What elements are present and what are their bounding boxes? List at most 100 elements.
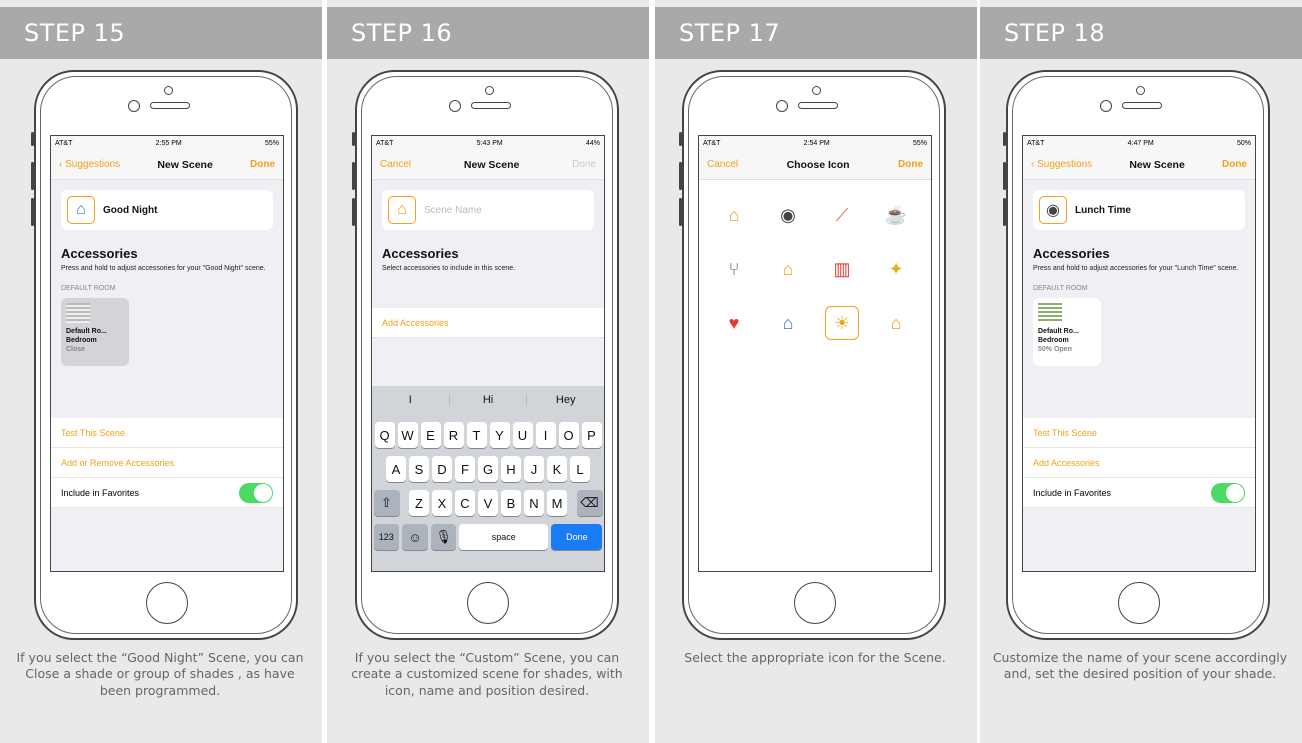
house-person-icon[interactable]: ⌂ [707, 198, 761, 232]
scene-name-input[interactable]: Scene Name [424, 205, 482, 216]
key-c[interactable]: C [455, 490, 475, 516]
action-list: Add Accessories [372, 308, 604, 338]
suggestion[interactable]: I [372, 394, 450, 406]
key-t[interactable]: T [466, 422, 487, 448]
done-button[interactable]: Done [1222, 159, 1247, 170]
add-accessories-row[interactable]: Add Accessories [372, 308, 604, 338]
key-l[interactable]: L [570, 456, 590, 482]
key-y[interactable]: Y [489, 422, 510, 448]
mug-icon[interactable]: ☕ [869, 198, 923, 232]
moon-house-icon[interactable]: ⌂ [761, 306, 815, 340]
keyboard: I Hi Hey QWERTYUIOP ASDFGHJKL ⇧ ZXCVBNM … [372, 386, 604, 571]
key-z[interactable]: Z [409, 490, 429, 516]
key-w[interactable]: W [397, 422, 418, 448]
accessory-tile[interactable]: Default Ro... Bedroom Close [61, 298, 129, 367]
back-button[interactable]: ‹ Suggestions [1031, 159, 1092, 170]
add-remove-accessories-row[interactable]: Add or Remove Accessories [51, 448, 283, 478]
key-g[interactable]: G [478, 456, 498, 482]
emoji-key[interactable]: ☺ [402, 524, 428, 550]
scene-name-field[interactable]: ⌂ Scene Name [382, 190, 594, 230]
delete-key[interactable]: ⌫ [576, 490, 603, 516]
shade-icon [66, 303, 90, 324]
shift-key[interactable]: ⇧ [373, 490, 400, 516]
key-row: ⇧ ZXCVBNM ⌫ [372, 490, 604, 516]
space-key[interactable]: space [459, 524, 549, 550]
suggestion-bar: I Hi Hey [372, 386, 604, 414]
camera-icon [164, 86, 173, 95]
key-u[interactable]: U [512, 422, 533, 448]
cancel-button[interactable]: Cancel [380, 159, 411, 170]
key-r[interactable]: R [443, 422, 464, 448]
heart-icon[interactable]: ♥ [707, 306, 761, 340]
nav-title: New Scene [1129, 158, 1185, 171]
key-v[interactable]: V [478, 490, 498, 516]
key-f[interactable]: F [455, 456, 475, 482]
phone-frame: AT&T 2:55 PM 55% ‹ Suggestions New Scene… [31, 70, 298, 640]
key-h[interactable]: H [501, 456, 521, 482]
done-button[interactable]: Done [572, 159, 596, 170]
key-b[interactable]: B [501, 490, 521, 516]
house-icon[interactable]: ⌂ [388, 196, 416, 224]
suggestion[interactable]: Hey [527, 394, 604, 406]
accessories-subtitle: Press and hold to adjust accessories for… [1033, 265, 1239, 272]
key-i[interactable]: I [535, 422, 556, 448]
phone-frame: AT&T 5:43 PM 44% Cancel New Scene Done ⌂… [352, 70, 619, 640]
moon-house-icon[interactable]: ⌂ [67, 196, 95, 224]
popcorn-icon[interactable]: ▥ [815, 252, 869, 286]
sun-house-icon[interactable]: ☀ [825, 306, 859, 340]
favorites-toggle[interactable] [239, 482, 273, 503]
speaker-icon [1122, 102, 1162, 109]
fork-knife-icon[interactable]: ⑂ [707, 252, 761, 286]
home-button[interactable] [1118, 582, 1160, 624]
accessories-subtitle: Select accessories to include in this sc… [382, 265, 516, 272]
key-d[interactable]: D [432, 456, 452, 482]
home-button[interactable] [146, 582, 188, 624]
scene-name-field[interactable]: ◉ Lunch Time [1033, 190, 1245, 230]
magnifier-icon[interactable]: ◉ [1039, 196, 1067, 224]
phone-screen: AT&T 4:47 PM 50% ‹ Suggestions New Scene… [1022, 135, 1256, 572]
add-accessories-row[interactable]: Add Accessories [1023, 448, 1255, 478]
sensor-icon [776, 100, 788, 112]
key-m[interactable]: M [547, 490, 567, 516]
key-n[interactable]: N [524, 490, 544, 516]
accessories-heading: Accessories [382, 246, 459, 261]
key-j[interactable]: J [524, 456, 544, 482]
caption: If you select the “Good Night” Scene, yo… [16, 650, 304, 698]
speaker-icon [471, 102, 511, 109]
scene-name-field[interactable]: ⌂ Good Night [61, 190, 273, 230]
house-icon[interactable]: ⌂ [869, 306, 923, 340]
key-o[interactable]: O [558, 422, 579, 448]
key-q[interactable]: Q [374, 422, 395, 448]
done-key[interactable]: Done [551, 524, 603, 550]
home-button[interactable] [467, 582, 509, 624]
key-s[interactable]: S [409, 456, 429, 482]
camera-icon [485, 86, 494, 95]
accessories-subtitle: Press and hold to adjust accessories for… [61, 265, 266, 272]
accessory-tile[interactable]: Default Ro... Bedroom 50% Open [1033, 298, 1101, 367]
back-button[interactable]: ‹ Suggestions [59, 159, 120, 170]
suggestion[interactable]: Hi [450, 394, 528, 406]
nav-bar: Cancel Choose Icon Done [699, 150, 931, 180]
key-a[interactable]: A [386, 456, 406, 482]
favorites-toggle[interactable] [1211, 482, 1245, 503]
action-list: Test This Scene Add or Remove Accessorie… [51, 418, 283, 508]
mic-key[interactable]: 🎙 [430, 524, 457, 550]
test-scene-row[interactable]: Test This Scene [1023, 418, 1255, 448]
house-person-icon[interactable]: ⌂ [761, 252, 815, 286]
party-icon[interactable]: ✦ [869, 252, 923, 286]
favorites-row: Include in Favorites [51, 478, 283, 508]
chair-icon[interactable]: ⟋ [815, 198, 869, 232]
magnifier-icon[interactable]: ◉ [761, 198, 815, 232]
done-button[interactable]: Done [250, 159, 275, 170]
key-e[interactable]: E [420, 422, 441, 448]
cancel-button[interactable]: Cancel [707, 159, 738, 170]
key-p[interactable]: P [581, 422, 602, 448]
numbers-key[interactable]: 123 [373, 524, 400, 550]
done-button[interactable]: Done [898, 159, 923, 170]
key-k[interactable]: K [547, 456, 567, 482]
key-x[interactable]: X [432, 490, 452, 516]
test-scene-row[interactable]: Test This Scene [51, 418, 283, 448]
key-row: QWERTYUIOP [372, 422, 604, 448]
panel-step-18: STEP 18 AT&T 4:47 PM 50% ‹ Suggestions N… [980, 0, 1302, 743]
home-button[interactable] [794, 582, 836, 624]
